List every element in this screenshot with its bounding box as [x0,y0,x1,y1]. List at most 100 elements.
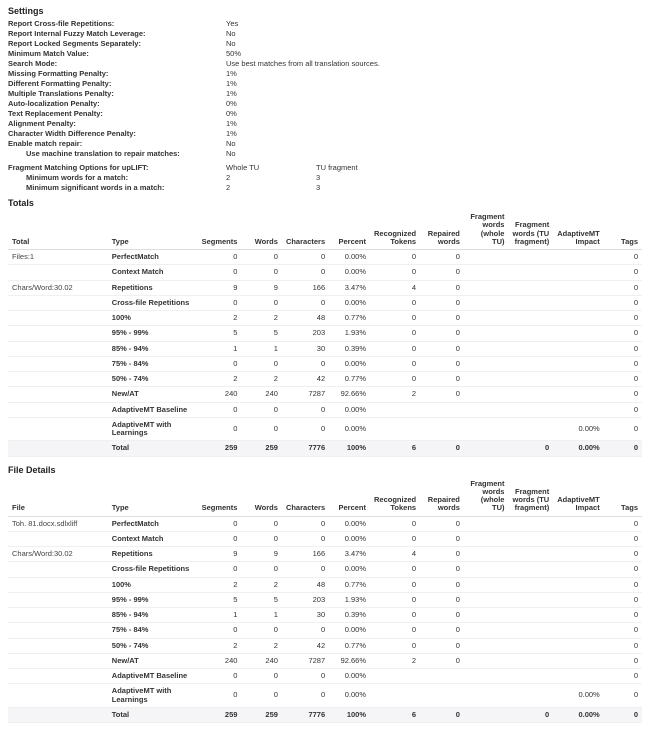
column-header: Percent [329,477,370,517]
setting-value: No [226,28,642,38]
column-header: Percent [329,210,370,250]
table-row: 75% - 84%0000.00%000 [8,356,642,371]
table-row: Chars/Word:30.02Repetitions991663.47%400 [8,547,642,562]
uplift-row-label: Minimum significant words in a match: [8,182,226,192]
table-row: 85% - 94%11300.39%000 [8,341,642,356]
setting-label: Text Replacement Penalty: [8,108,226,118]
row-type: PerfectMatch [108,516,196,531]
setting-value: 1% [226,68,642,78]
row-type: 85% - 94% [108,608,196,623]
column-header: Fragment words (TU fragment) [508,477,553,517]
setting-label: Report Internal Fuzzy Match Leverage: [8,28,226,38]
row-type: 95% - 99% [108,592,196,607]
setting-value: No [226,148,642,158]
table-row: 50% - 74%22420.77%000 [8,372,642,387]
table-row: AdaptiveMT Baseline0000.00%0 [8,402,642,417]
table-row: 85% - 94%11300.39%000 [8,608,642,623]
setting-label: Character Width Difference Penalty: [8,128,226,138]
column-header: Characters [282,210,329,250]
setting-label: Minimum Match Value: [8,48,226,58]
file-info-2: Chars/Word:30.02 [8,547,108,562]
row-type: Total [108,441,196,456]
settings-heading: Settings [8,6,642,16]
file-info-2: Chars/Word:30.02 [8,280,108,295]
column-header: Words [241,477,282,517]
row-type: AdaptiveMT with Learnings [108,417,196,441]
row-type: 100% [108,311,196,326]
table-row: Files:1PerfectMatch0000.00%000 [8,250,642,265]
setting-value: No [226,138,642,148]
table-row: 75% - 84%0000.00%000 [8,623,642,638]
table-row: New/AT240240728792.66%200 [8,387,642,402]
settings-table: Report Cross-file Repetitions:YesReport … [8,18,642,158]
column-header: Recognized Tokens [370,210,420,250]
totals-heading: Totals [8,198,642,208]
row-type: Cross-file Repetitions [108,562,196,577]
column-header: Fragment words (whole TU) [464,210,509,250]
uplift-table: Fragment Matching Options for upLIFT: Wh… [8,162,406,192]
setting-label: Different Formatting Penalty: [8,78,226,88]
setting-value: 1% [226,118,642,128]
setting-value: 1% [226,88,642,98]
row-type: Total [108,707,196,722]
table-row: AdaptiveMT with Learnings0000.00%0.00%0 [8,417,642,441]
row-type: Repetitions [108,280,196,295]
row-type: 100% [108,577,196,592]
table-row: Chars/Word:30.02Repetitions991663.47%400 [8,280,642,295]
column-header: File [8,477,108,517]
setting-label: Enable match repair: [8,138,226,148]
row-type: 95% - 99% [108,326,196,341]
uplift-row-label: Minimum words for a match: [8,172,226,182]
column-header: Fragment words (TU fragment) [508,210,553,250]
setting-label: Report Locked Segments Separately: [8,38,226,48]
uplift-title: Fragment Matching Options for upLIFT: [8,162,226,172]
row-type: Context Match [108,265,196,280]
column-header: Tags [604,477,642,517]
table-row: Context Match0000.00%000 [8,265,642,280]
row-type: Context Match [108,531,196,546]
row-type: New/AT [108,653,196,668]
setting-label: Multiple Translations Penalty: [8,88,226,98]
table-row: 50% - 74%22420.77%000 [8,638,642,653]
table-row: Toh. 81.docx.sdlxliffPerfectMatch0000.00… [8,516,642,531]
column-header: Tags [604,210,642,250]
row-type: 50% - 74% [108,372,196,387]
row-type: 50% - 74% [108,638,196,653]
row-type: AdaptiveMT Baseline [108,669,196,684]
column-header: Total [8,210,108,250]
table-row: AdaptiveMT Baseline0000.00%0 [8,669,642,684]
table-row: 100%22480.77%000 [8,311,642,326]
column-header: Type [108,210,196,250]
row-type: 75% - 84% [108,356,196,371]
column-header: Repaired words [420,477,464,517]
table-row: Cross-file Repetitions0000.00%000 [8,295,642,310]
row-type: Cross-file Repetitions [108,295,196,310]
setting-label: Missing Formatting Penalty: [8,68,226,78]
column-header: Segments [196,210,241,250]
row-type: 85% - 94% [108,341,196,356]
table-row: Context Match0000.00%000 [8,531,642,546]
filedetails-heading: File Details [8,465,642,475]
column-header: Words [241,210,282,250]
row-type: AdaptiveMT Baseline [108,402,196,417]
file-details-table: FileTypeSegmentsWordsCharactersPercentRe… [8,477,642,724]
setting-label: Auto-localization Penalty: [8,98,226,108]
table-row: Total2592597776100%6000.00%0 [8,441,642,456]
column-header: Recognized Tokens [370,477,420,517]
column-header: Fragment words (whole TU) [464,477,509,517]
setting-value: 0% [226,98,642,108]
setting-value: 1% [226,78,642,88]
table-row: 95% - 99%552031.93%000 [8,326,642,341]
setting-value: Use best matches from all translation so… [226,58,642,68]
table-row: Total2592597776100%6000.00%0 [8,707,642,722]
row-type: 75% - 84% [108,623,196,638]
setting-value: 1% [226,128,642,138]
row-type: PerfectMatch [108,250,196,265]
setting-label: Report Cross-file Repetitions: [8,18,226,28]
setting-value: 0% [226,108,642,118]
file-info-1: Toh. 81.docx.sdlxliff [8,516,108,531]
column-header: Type [108,477,196,517]
table-row: AdaptiveMT with Learnings0000.00%0.00%0 [8,684,642,708]
row-type: New/AT [108,387,196,402]
column-header: AdaptiveMT Impact [553,477,604,517]
